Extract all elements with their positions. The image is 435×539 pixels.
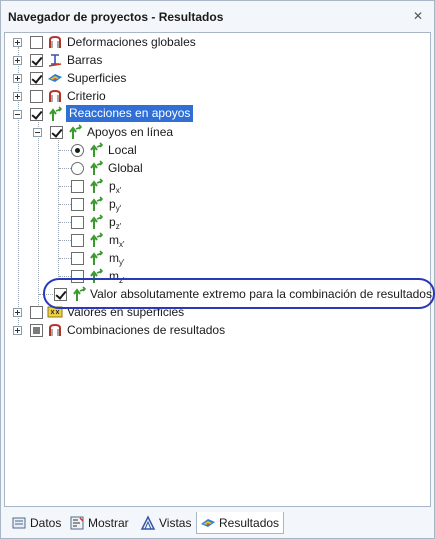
tab-mostrar[interactable]: Mostrar [66,512,133,534]
tree-guide-line [58,137,59,277]
close-button[interactable]: ✕ [410,8,426,24]
tree-item-label: Reacciones en apoyos [66,105,194,122]
navigator-tab-bar: Datos Mostrar Vistas Resultados [4,511,431,535]
tree-item-label: Deformaciones globales [67,35,196,49]
results-icon [201,518,215,527]
highlight-ellipse [43,278,435,309]
support-reaction-icon [49,106,63,121]
tab-resultados[interactable]: Resultados [196,512,285,534]
checkbox[interactable] [30,72,43,85]
collapse-toggle[interactable] [33,128,42,137]
tree-item-label: Combinaciones de resultados [67,323,226,337]
checkbox[interactable] [71,180,84,193]
tab-label: Vistas [159,516,192,530]
tree-item-label: px' [109,179,122,195]
checkbox[interactable] [50,126,63,139]
member-icon [48,54,62,67]
tree-item-label: Apoyos en línea [87,125,174,139]
tab-label: Datos [30,516,62,530]
expand-toggle[interactable] [13,56,22,65]
expand-toggle[interactable] [13,308,22,317]
tree-item-label: Criterio [67,89,106,103]
tree-item-label: pz' [109,215,122,231]
checkbox[interactable] [30,90,43,103]
support-reaction-icon [90,142,104,157]
support-reaction-icon [90,196,104,211]
support-reaction-icon [69,124,83,139]
project-navigator-window: Navegador de proyectos - Resultados ✕ De… [0,0,435,539]
tree-guide-line [38,119,39,305]
display-icon [70,516,84,530]
tree-guide-line [59,258,71,259]
support-reaction-icon [90,232,104,247]
support-reaction-icon [90,160,104,175]
deformation-icon [49,35,61,48]
tree-guide-line [59,240,71,241]
tree-guide-line [18,47,19,325]
tree-guide-line [59,150,71,151]
checkbox[interactable] [71,252,84,265]
tab-label: Mostrar [88,516,129,530]
checkbox[interactable] [30,306,43,319]
criterion-icon [49,89,61,102]
tree-guide-line [59,222,71,223]
tree-item-label: Barras [67,53,103,67]
tree-guide-line [59,276,71,277]
tree-guide-line [59,204,71,205]
title-bar: Navegador de proyectos - Resultados ✕ [1,1,434,31]
radio-button[interactable] [71,144,84,157]
tree-item-label: py' [109,197,122,213]
expand-toggle[interactable] [13,74,22,83]
expand-toggle[interactable] [13,38,22,47]
tab-label: Resultados [219,515,280,530]
checkbox[interactable] [30,36,43,49]
combination-icon [49,323,61,336]
tab-vistas[interactable]: Vistas [137,512,195,534]
tree-item-label: Global [108,161,143,175]
expand-toggle[interactable] [13,326,22,335]
tree-item-label: my' [109,251,125,267]
results-tree: Deformaciones globales Barras Superficie… [4,32,432,507]
checkbox[interactable] [30,108,43,121]
data-icon [12,517,26,529]
tree-item-label: mx' [109,233,125,249]
views-icon [140,515,156,530]
checkbox[interactable] [71,234,84,247]
checkbox[interactable] [30,324,43,337]
surface-icon [48,74,62,82]
radio-button[interactable] [71,162,84,175]
checkbox[interactable] [30,54,43,67]
support-reaction-icon [90,250,104,265]
tree-item-label: Local [108,143,137,157]
collapse-toggle[interactable] [13,110,22,119]
tree-guide-line [59,168,71,169]
checkbox[interactable] [71,198,84,211]
tab-datos[interactable]: Datos [8,512,65,534]
tree-item-label: Superficies [67,71,127,85]
tree-guide-line [59,186,71,187]
window-title: Navegador de proyectos - Resultados [8,10,224,24]
support-reaction-icon [90,178,104,193]
expand-toggle[interactable] [13,92,22,101]
checkbox[interactable] [71,216,84,229]
support-reaction-icon [90,214,104,229]
